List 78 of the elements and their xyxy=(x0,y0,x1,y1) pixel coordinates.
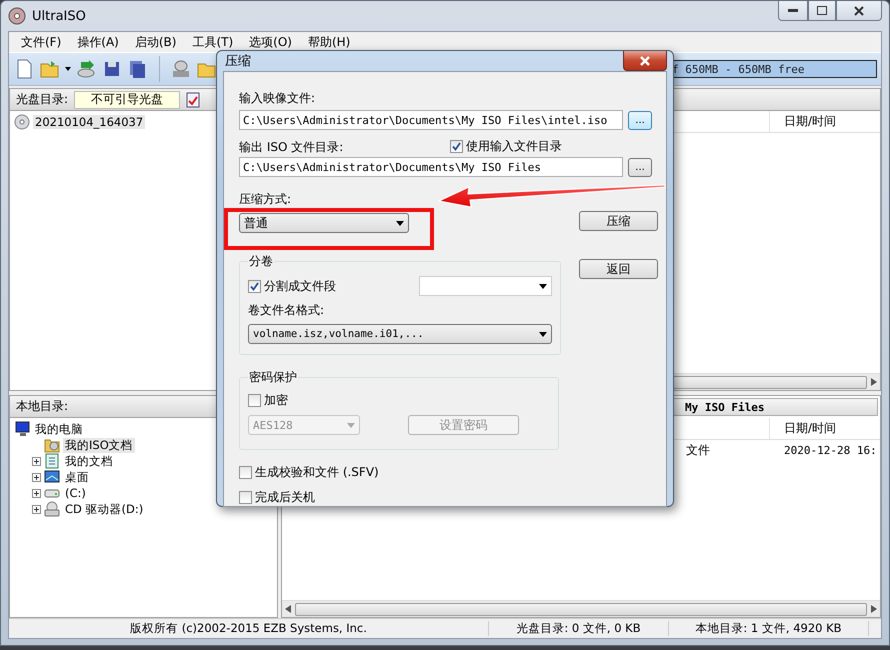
checkbox-label: 生成校验和文件 (.SFV) xyxy=(255,464,379,481)
field-label: 压缩方式: xyxy=(239,191,292,207)
checkbox-label: 完成后关机 xyxy=(255,489,315,506)
expand-icon[interactable] xyxy=(32,472,41,482)
document-icon xyxy=(44,453,60,469)
disc-drive-icon[interactable] xyxy=(170,58,192,80)
scroll-left-icon[interactable] xyxy=(285,605,291,613)
dropdown-caret-icon xyxy=(539,284,547,288)
field-label: 卷文件名格式: xyxy=(248,302,324,318)
checkbox[interactable] xyxy=(248,280,261,292)
checkbox-label: 分割成文件段 xyxy=(264,278,336,294)
expand-icon[interactable] xyxy=(32,456,41,466)
close-icon xyxy=(854,6,864,16)
format-dropdown[interactable]: volname.isz,volname.i01,... xyxy=(248,324,552,344)
menu-item[interactable]: 操作(A) xyxy=(69,34,127,50)
scroll-right-icon[interactable] xyxy=(871,605,877,613)
close-button[interactable] xyxy=(623,51,667,71)
browse-button[interactable]: ... xyxy=(628,110,652,130)
menu-item[interactable]: 工具(T) xyxy=(184,34,242,50)
menu-item[interactable]: 选项(O) xyxy=(241,34,300,50)
document-check-icon[interactable] xyxy=(186,92,200,108)
boot-status-field: 不可引导光盘 xyxy=(74,90,180,108)
panel-label: 光盘目录: xyxy=(16,91,68,108)
horizontal-scrollbar[interactable] xyxy=(282,600,880,617)
dialog-button[interactable]: 返回 xyxy=(579,259,658,279)
panel-label: 本地目录: xyxy=(16,398,68,415)
compression-method-dropdown[interactable]: 普通 xyxy=(239,213,409,233)
minimize-button[interactable] xyxy=(778,1,808,21)
tree-item[interactable]: 我的ISO文档 xyxy=(63,438,135,452)
window-title: UltraISO xyxy=(32,8,86,24)
dropdown-caret-icon xyxy=(347,422,355,428)
checkbox-label: 使用输入文件目录 xyxy=(466,138,562,155)
column-header[interactable]: 日期/时间 xyxy=(770,111,880,132)
close-button[interactable] xyxy=(836,1,882,21)
dropdown-caret-icon xyxy=(396,220,404,226)
field-label: 输出 ISO 文件目录: xyxy=(239,138,344,154)
browse-button[interactable]: ... xyxy=(628,158,652,176)
disc-icon xyxy=(14,114,30,130)
dialog-button[interactable]: 压缩 xyxy=(579,211,658,231)
column-header[interactable]: 日期/时间 xyxy=(770,418,880,439)
tree-item[interactable]: 我的文档 xyxy=(63,454,115,468)
dropdown-caret-icon xyxy=(539,332,547,336)
cd-drive-icon xyxy=(44,501,60,517)
checkbox[interactable] xyxy=(239,466,252,479)
tree-item[interactable]: 我的电脑 xyxy=(33,422,85,436)
monitor-icon xyxy=(14,421,30,437)
status-text: 本地目录: 1 文件, 4920 KB xyxy=(669,621,869,636)
input-field[interactable]: C:\Users\Administrator\Documents\My ISO Files\intel.iso xyxy=(239,110,624,130)
tree-item[interactable]: CD 驱动器(D:) xyxy=(63,502,146,516)
minimize-icon xyxy=(788,9,798,12)
group-title: 分卷 xyxy=(248,253,274,270)
checkbox[interactable] xyxy=(450,140,463,153)
group-title: 密码保护 xyxy=(248,369,298,386)
dialog-title: 压缩 xyxy=(225,53,251,70)
tree-item[interactable]: (C:) xyxy=(63,486,88,500)
expand-icon[interactable] xyxy=(32,488,41,498)
maximize-button[interactable] xyxy=(808,1,836,21)
scrollbar-thumb[interactable] xyxy=(295,602,867,616)
tree-item[interactable]: 桌面 xyxy=(63,470,91,484)
dropdown-caret-icon[interactable] xyxy=(65,67,71,71)
date-cell-text: 2020-12-28 16: xyxy=(784,444,878,456)
field-label: 输入映像文件: xyxy=(239,90,316,106)
file-type-cell-text: 文件 xyxy=(685,442,711,458)
expand-icon[interactable] xyxy=(32,504,41,514)
scroll-right-icon[interactable] xyxy=(871,378,877,386)
tree-item[interactable]: 20210104_164037 xyxy=(33,115,146,129)
menu-item[interactable]: 启动(B) xyxy=(126,34,184,50)
checkbox[interactable] xyxy=(248,394,261,407)
maximize-icon xyxy=(817,6,827,15)
status-text: 光盘目录: 0 文件, 0 KB xyxy=(489,621,669,636)
close-icon xyxy=(639,56,651,66)
checkbox[interactable] xyxy=(239,491,252,504)
desktop-icon xyxy=(44,469,60,485)
input-field[interactable]: C:\Users\Administrator\Documents\My ISO Files xyxy=(239,157,624,177)
menu-item[interactable]: 帮助(H) xyxy=(300,34,358,50)
menu-item[interactable]: 文件(F) xyxy=(13,34,70,50)
status-text: 版权所有 (c)2002-2015 EZB Systems, Inc. xyxy=(9,621,489,636)
disc-logo-icon xyxy=(8,7,26,25)
